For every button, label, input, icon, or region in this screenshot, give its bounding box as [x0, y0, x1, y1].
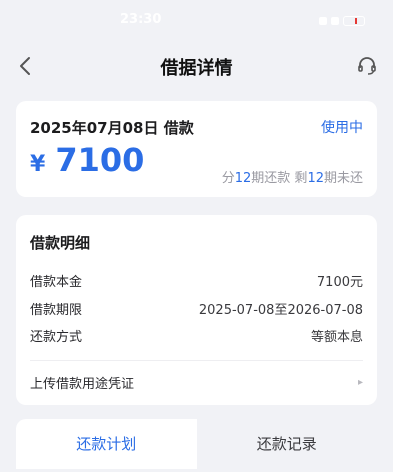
battery-icon: [343, 16, 365, 26]
detail-row-principal: 借款本金 7100元: [30, 271, 363, 290]
signal-icon: [319, 17, 327, 25]
status-badge: 使用中: [321, 120, 363, 136]
detail-label: 还款方式: [30, 330, 83, 345]
terms-prefix: 分: [221, 171, 235, 186]
upload-voucher-link[interactable]: 上传借款用途凭证 ▸: [30, 373, 363, 392]
detail-label: 借款本金: [30, 275, 83, 290]
wifi-icon: [331, 17, 339, 25]
status-icons: [319, 16, 365, 26]
terms-suffix: 期未还: [323, 171, 363, 186]
divider: [30, 360, 363, 361]
status-bar: 23:30: [0, 0, 393, 42]
tab-bar: 还款计划 还款记录: [16, 419, 377, 469]
detail-value: 2025-07-08至2026-07-08: [198, 303, 363, 318]
detail-row-period: 借款期限 2025-07-08至2026-07-08: [30, 299, 363, 318]
nav-bar: 借据详情: [0, 42, 393, 90]
terms-left: 12: [307, 171, 324, 186]
chevron-right-icon: ▸: [357, 377, 363, 388]
terms-total: 12: [234, 171, 252, 186]
detail-value: 等额本息: [310, 330, 363, 345]
terms-mid: 期还款 剩: [251, 171, 308, 186]
loan-summary-card: 2025年07月08日 借款 使用中 ¥ 7100 分12期还款 剩12期未还: [16, 101, 377, 197]
loan-date-title: 2025年07月08日 借款: [30, 119, 194, 137]
tab-repayment-plan[interactable]: 还款计划: [16, 419, 197, 469]
detail-label: 借款期限: [30, 303, 83, 318]
loan-amount: ¥ 7100: [30, 141, 144, 179]
headset-icon[interactable]: [355, 54, 379, 78]
page-title: 借据详情: [160, 58, 233, 79]
amount-value: 7100: [55, 141, 145, 179]
upload-voucher-label: 上传借款用途凭证: [30, 377, 135, 392]
status-time: 23:30: [120, 12, 162, 27]
detail-row-method: 还款方式 等额本息: [30, 326, 363, 345]
detail-value: 7100元: [316, 275, 363, 290]
detail-heading: 借款明细: [30, 234, 91, 252]
repayment-terms: 分12期还款 剩12期未还: [222, 167, 363, 186]
tab-repayment-records[interactable]: 还款记录: [196, 419, 377, 469]
loan-detail-card: 借款明细 借款本金 7100元 借款期限 2025-07-08至2026-07-…: [16, 215, 377, 405]
currency-symbol: ¥: [30, 152, 46, 177]
